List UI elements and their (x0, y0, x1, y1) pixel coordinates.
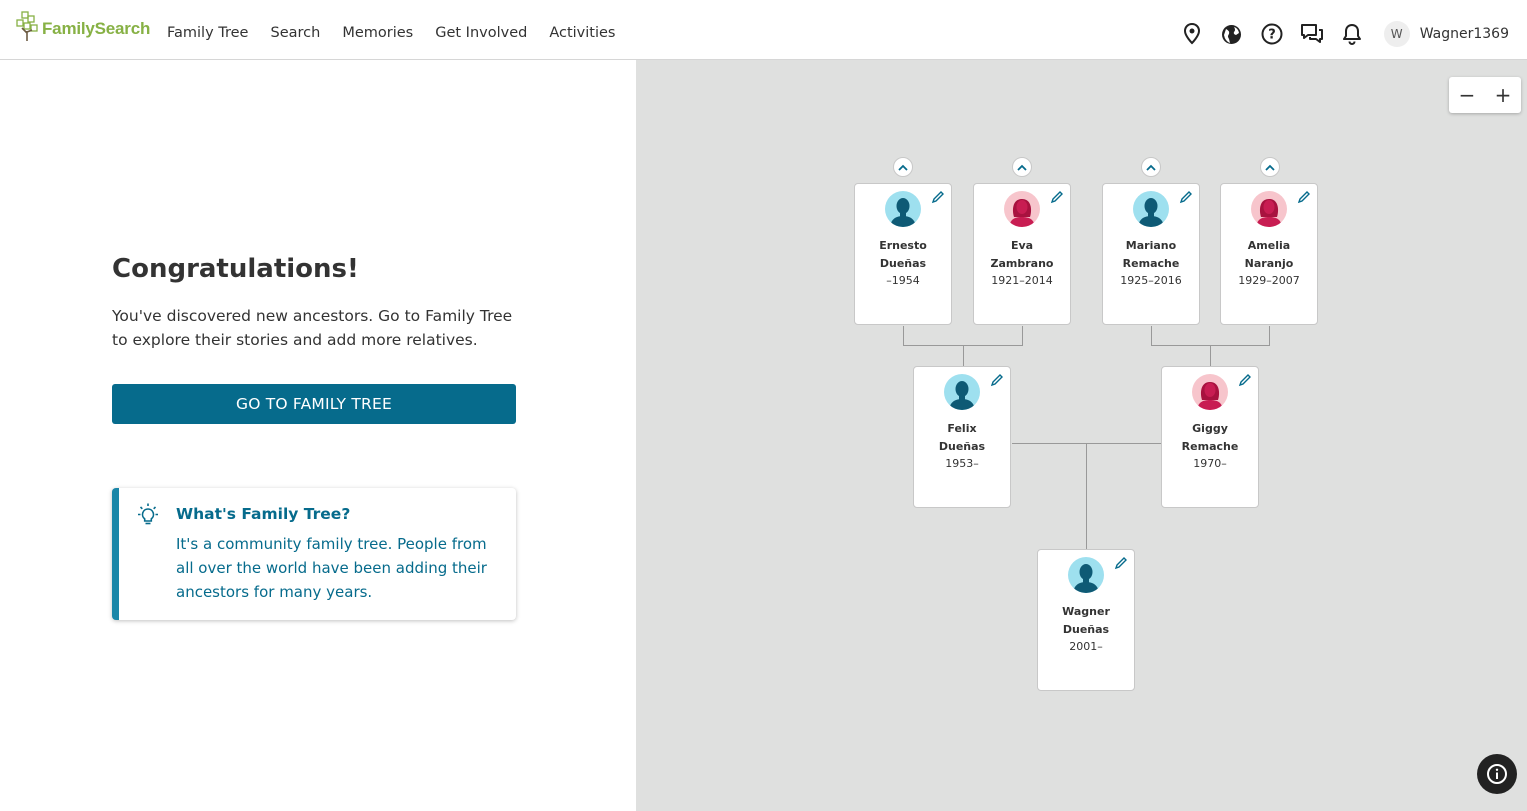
main-nav: Family Tree Search Memories Get Involved… (167, 25, 637, 41)
tree-canvas[interactable]: − + Ernesto Dueñas –1954 Eva Zambrano 19… (636, 60, 1527, 811)
tip-body: It's a community family tree. People fro… (176, 535, 487, 601)
connector-line (903, 326, 904, 346)
male-avatar-icon (944, 374, 980, 410)
person-card[interactable]: Amelia Naranjo 1929–2007 (1220, 183, 1318, 325)
info-button[interactable] (1477, 754, 1517, 794)
tip-card: What's Family Tree? It's a community fam… (112, 488, 516, 620)
connector-line (1012, 443, 1162, 444)
go-to-family-tree-button[interactable]: GO TO FAMILY TREE (112, 384, 516, 424)
bell-icon[interactable] (1340, 22, 1364, 46)
person-name: Amelia Naranjo (1244, 239, 1294, 270)
user-avatar[interactable]: W (1383, 21, 1410, 47)
male-avatar-icon (885, 191, 921, 227)
person-name: Wagner Dueñas (1062, 605, 1110, 636)
nav-activities[interactable]: Activities (549, 25, 615, 41)
person-name: Felix Dueñas (938, 422, 986, 453)
username[interactable]: Wagner1369 (1420, 26, 1509, 42)
help-icon[interactable]: ? (1260, 22, 1284, 46)
person-dates: 1970– (1193, 457, 1227, 470)
edit-pencil-icon[interactable] (1297, 190, 1311, 204)
header-actions: ? W Wagner1369 (1180, 18, 1527, 50)
chevron-up-icon (1265, 164, 1275, 171)
person-card[interactable]: Giggy Remache 1970– (1161, 366, 1259, 508)
expand-ancestors-button[interactable] (893, 157, 913, 177)
globe-icon[interactable] (1220, 22, 1244, 46)
person-name: Mariano Remache (1122, 239, 1180, 270)
person-card[interactable]: Ernesto Dueñas –1954 (854, 183, 952, 325)
person-name: Giggy Remache (1181, 422, 1239, 453)
edit-pencil-icon[interactable] (990, 373, 1004, 387)
connector-line (1086, 443, 1087, 549)
person-dates: 1925–2016 (1120, 274, 1182, 287)
edit-pencil-icon[interactable] (1179, 190, 1193, 204)
lightbulb-icon (138, 503, 158, 525)
nav-memories[interactable]: Memories (342, 25, 413, 41)
expand-ancestors-button[interactable] (1141, 157, 1161, 177)
person-dates: 1929–2007 (1238, 274, 1300, 287)
person-card-self[interactable]: Wagner Dueñas 2001– (1037, 549, 1135, 691)
page-description: You've discovered new ancestors. Go to F… (112, 307, 513, 349)
zoom-out-button[interactable]: − (1449, 77, 1485, 113)
brand-name: FamilySearch (42, 19, 151, 38)
chevron-up-icon (898, 164, 908, 171)
zoom-controls: − + (1449, 77, 1521, 113)
person-name: Ernesto Dueñas (879, 239, 927, 270)
edit-pencil-icon[interactable] (931, 190, 945, 204)
chevron-up-icon (1146, 164, 1156, 171)
person-card[interactable]: Mariano Remache 1925–2016 (1102, 183, 1200, 325)
person-card[interactable]: Felix Dueñas 1953– (913, 366, 1011, 508)
tree-logo-icon (16, 11, 38, 41)
male-avatar-icon (1068, 557, 1104, 593)
tip-title: What's Family Tree? (176, 505, 351, 523)
page-title: Congratulations! (112, 254, 359, 284)
person-dates: 1953– (945, 457, 979, 470)
intro-panel: Congratulations! You've discovered new a… (0, 60, 636, 811)
expand-ancestors-button[interactable] (1012, 157, 1032, 177)
messages-icon[interactable] (1300, 22, 1324, 46)
female-avatar-icon (1004, 191, 1040, 227)
nav-search[interactable]: Search (270, 25, 320, 41)
connector-line (1269, 326, 1270, 346)
connector-line (1022, 326, 1023, 346)
svg-text:?: ? (1268, 28, 1276, 43)
location-pin-icon[interactable] (1180, 22, 1204, 46)
connector-line (963, 345, 964, 366)
connector-line (1151, 326, 1152, 346)
nav-get-involved[interactable]: Get Involved (435, 25, 527, 41)
female-avatar-icon (1251, 191, 1287, 227)
person-dates: –1954 (886, 274, 920, 287)
info-icon (1487, 764, 1507, 784)
top-header: FamilySearch Family Tree Search Memories… (0, 0, 1527, 60)
male-avatar-icon (1133, 191, 1169, 227)
connector-line (1210, 345, 1211, 366)
edit-pencil-icon[interactable] (1114, 556, 1128, 570)
zoom-in-button[interactable]: + (1485, 77, 1521, 113)
edit-pencil-icon[interactable] (1238, 373, 1252, 387)
expand-ancestors-button[interactable] (1260, 157, 1280, 177)
female-avatar-icon (1192, 374, 1228, 410)
person-dates: 2001– (1069, 640, 1103, 653)
person-name: Eva Zambrano (990, 239, 1054, 270)
familysearch-logo[interactable]: FamilySearch (16, 10, 150, 44)
person-card[interactable]: Eva Zambrano 1921–2014 (973, 183, 1071, 325)
edit-pencil-icon[interactable] (1050, 190, 1064, 204)
chevron-up-icon (1017, 164, 1027, 171)
nav-family-tree[interactable]: Family Tree (167, 25, 248, 41)
person-dates: 1921–2014 (991, 274, 1053, 287)
